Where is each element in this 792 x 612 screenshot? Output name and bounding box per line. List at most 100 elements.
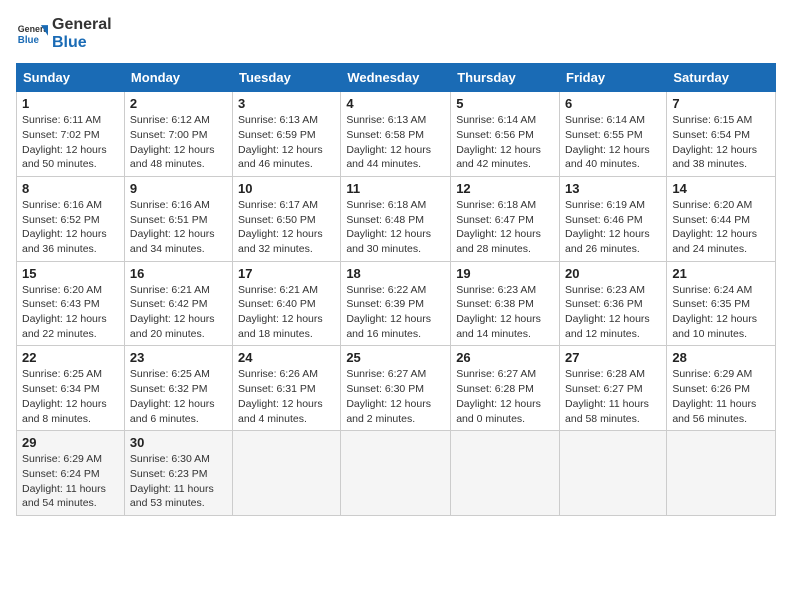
day-number: 20 — [565, 266, 661, 281]
day-info: Sunrise: 6:22 AM Sunset: 6:39 PM Dayligh… — [346, 283, 445, 342]
day-number: 21 — [672, 266, 770, 281]
col-saturday: Saturday — [667, 64, 776, 92]
day-info: Sunrise: 6:16 AM Sunset: 6:51 PM Dayligh… — [130, 198, 227, 257]
table-row: 6 Sunrise: 6:14 AM Sunset: 6:55 PM Dayli… — [560, 92, 667, 177]
day-info: Sunrise: 6:11 AM Sunset: 7:02 PM Dayligh… — [22, 113, 119, 172]
day-info: Sunrise: 6:20 AM Sunset: 6:43 PM Dayligh… — [22, 283, 119, 342]
calendar-body: 1 Sunrise: 6:11 AM Sunset: 7:02 PM Dayli… — [17, 92, 776, 516]
day-number: 23 — [130, 350, 227, 365]
table-row: 20 Sunrise: 6:23 AM Sunset: 6:36 PM Dayl… — [560, 261, 667, 346]
table-row: 10 Sunrise: 6:17 AM Sunset: 6:50 PM Dayl… — [233, 176, 341, 261]
logo-blue: Blue — [52, 34, 112, 52]
day-number: 3 — [238, 96, 335, 111]
day-number: 11 — [346, 181, 445, 196]
table-row: 9 Sunrise: 6:16 AM Sunset: 6:51 PM Dayli… — [124, 176, 232, 261]
day-number: 16 — [130, 266, 227, 281]
table-row: 2 Sunrise: 6:12 AM Sunset: 7:00 PM Dayli… — [124, 92, 232, 177]
day-number: 4 — [346, 96, 445, 111]
day-number: 13 — [565, 181, 661, 196]
table-row: 19 Sunrise: 6:23 AM Sunset: 6:38 PM Dayl… — [451, 261, 560, 346]
table-row: 23 Sunrise: 6:25 AM Sunset: 6:32 PM Dayl… — [124, 346, 232, 431]
page-header: General Blue General Blue — [16, 16, 776, 51]
day-number: 22 — [22, 350, 119, 365]
table-row: 12 Sunrise: 6:18 AM Sunset: 6:47 PM Dayl… — [451, 176, 560, 261]
table-row: 28 Sunrise: 6:29 AM Sunset: 6:26 PM Dayl… — [667, 346, 776, 431]
calendar-row: 29 Sunrise: 6:29 AM Sunset: 6:24 PM Dayl… — [17, 431, 776, 516]
table-row: 4 Sunrise: 6:13 AM Sunset: 6:58 PM Dayli… — [341, 92, 451, 177]
day-info: Sunrise: 6:26 AM Sunset: 6:31 PM Dayligh… — [238, 367, 335, 426]
table-row: 21 Sunrise: 6:24 AM Sunset: 6:35 PM Dayl… — [667, 261, 776, 346]
table-row: 7 Sunrise: 6:15 AM Sunset: 6:54 PM Dayli… — [667, 92, 776, 177]
table-row: 1 Sunrise: 6:11 AM Sunset: 7:02 PM Dayli… — [17, 92, 125, 177]
day-info: Sunrise: 6:21 AM Sunset: 6:42 PM Dayligh… — [130, 283, 227, 342]
calendar-row: 1 Sunrise: 6:11 AM Sunset: 7:02 PM Dayli… — [17, 92, 776, 177]
day-info: Sunrise: 6:13 AM Sunset: 6:59 PM Dayligh… — [238, 113, 335, 172]
table-row: 17 Sunrise: 6:21 AM Sunset: 6:40 PM Dayl… — [233, 261, 341, 346]
calendar-row: 22 Sunrise: 6:25 AM Sunset: 6:34 PM Dayl… — [17, 346, 776, 431]
table-row: 27 Sunrise: 6:28 AM Sunset: 6:27 PM Dayl… — [560, 346, 667, 431]
calendar-row: 8 Sunrise: 6:16 AM Sunset: 6:52 PM Dayli… — [17, 176, 776, 261]
table-row: 29 Sunrise: 6:29 AM Sunset: 6:24 PM Dayl… — [17, 431, 125, 516]
table-row: 13 Sunrise: 6:19 AM Sunset: 6:46 PM Dayl… — [560, 176, 667, 261]
table-row: 8 Sunrise: 6:16 AM Sunset: 6:52 PM Dayli… — [17, 176, 125, 261]
table-row: 3 Sunrise: 6:13 AM Sunset: 6:59 PM Dayli… — [233, 92, 341, 177]
day-info: Sunrise: 6:21 AM Sunset: 6:40 PM Dayligh… — [238, 283, 335, 342]
day-number: 29 — [22, 435, 119, 450]
day-number: 30 — [130, 435, 227, 450]
col-wednesday: Wednesday — [341, 64, 451, 92]
day-info: Sunrise: 6:25 AM Sunset: 6:34 PM Dayligh… — [22, 367, 119, 426]
day-info: Sunrise: 6:17 AM Sunset: 6:50 PM Dayligh… — [238, 198, 335, 257]
day-number: 27 — [565, 350, 661, 365]
col-thursday: Thursday — [451, 64, 560, 92]
day-number: 28 — [672, 350, 770, 365]
table-row: 22 Sunrise: 6:25 AM Sunset: 6:34 PM Dayl… — [17, 346, 125, 431]
day-number: 25 — [346, 350, 445, 365]
day-info: Sunrise: 6:24 AM Sunset: 6:35 PM Dayligh… — [672, 283, 770, 342]
day-info: Sunrise: 6:13 AM Sunset: 6:58 PM Dayligh… — [346, 113, 445, 172]
table-row — [667, 431, 776, 516]
day-info: Sunrise: 6:25 AM Sunset: 6:32 PM Dayligh… — [130, 367, 227, 426]
table-row: 5 Sunrise: 6:14 AM Sunset: 6:56 PM Dayli… — [451, 92, 560, 177]
day-info: Sunrise: 6:28 AM Sunset: 6:27 PM Dayligh… — [565, 367, 661, 426]
calendar-header: Sunday Monday Tuesday Wednesday Thursday… — [17, 64, 776, 92]
calendar-table: Sunday Monday Tuesday Wednesday Thursday… — [16, 63, 776, 516]
svg-text:Blue: Blue — [18, 34, 40, 45]
day-number: 8 — [22, 181, 119, 196]
col-sunday: Sunday — [17, 64, 125, 92]
table-row — [451, 431, 560, 516]
day-number: 2 — [130, 96, 227, 111]
day-info: Sunrise: 6:18 AM Sunset: 6:48 PM Dayligh… — [346, 198, 445, 257]
table-row — [560, 431, 667, 516]
day-info: Sunrise: 6:27 AM Sunset: 6:28 PM Dayligh… — [456, 367, 554, 426]
logo-general: General — [52, 16, 112, 34]
logo-icon: General Blue — [16, 18, 48, 50]
table-row — [341, 431, 451, 516]
table-row: 18 Sunrise: 6:22 AM Sunset: 6:39 PM Dayl… — [341, 261, 451, 346]
day-number: 17 — [238, 266, 335, 281]
day-number: 24 — [238, 350, 335, 365]
table-row: 15 Sunrise: 6:20 AM Sunset: 6:43 PM Dayl… — [17, 261, 125, 346]
calendar-row: 15 Sunrise: 6:20 AM Sunset: 6:43 PM Dayl… — [17, 261, 776, 346]
day-info: Sunrise: 6:23 AM Sunset: 6:36 PM Dayligh… — [565, 283, 661, 342]
day-info: Sunrise: 6:23 AM Sunset: 6:38 PM Dayligh… — [456, 283, 554, 342]
col-friday: Friday — [560, 64, 667, 92]
day-number: 7 — [672, 96, 770, 111]
day-number: 1 — [22, 96, 119, 111]
table-row: 16 Sunrise: 6:21 AM Sunset: 6:42 PM Dayl… — [124, 261, 232, 346]
day-info: Sunrise: 6:14 AM Sunset: 6:56 PM Dayligh… — [456, 113, 554, 172]
header-row: Sunday Monday Tuesday Wednesday Thursday… — [17, 64, 776, 92]
col-monday: Monday — [124, 64, 232, 92]
col-tuesday: Tuesday — [233, 64, 341, 92]
table-row: 30 Sunrise: 6:30 AM Sunset: 6:23 PM Dayl… — [124, 431, 232, 516]
day-info: Sunrise: 6:15 AM Sunset: 6:54 PM Dayligh… — [672, 113, 770, 172]
day-number: 14 — [672, 181, 770, 196]
day-info: Sunrise: 6:14 AM Sunset: 6:55 PM Dayligh… — [565, 113, 661, 172]
day-info: Sunrise: 6:19 AM Sunset: 6:46 PM Dayligh… — [565, 198, 661, 257]
day-info: Sunrise: 6:18 AM Sunset: 6:47 PM Dayligh… — [456, 198, 554, 257]
table-row: 14 Sunrise: 6:20 AM Sunset: 6:44 PM Dayl… — [667, 176, 776, 261]
day-number: 6 — [565, 96, 661, 111]
day-number: 5 — [456, 96, 554, 111]
day-number: 18 — [346, 266, 445, 281]
table-row: 11 Sunrise: 6:18 AM Sunset: 6:48 PM Dayl… — [341, 176, 451, 261]
day-number: 15 — [22, 266, 119, 281]
